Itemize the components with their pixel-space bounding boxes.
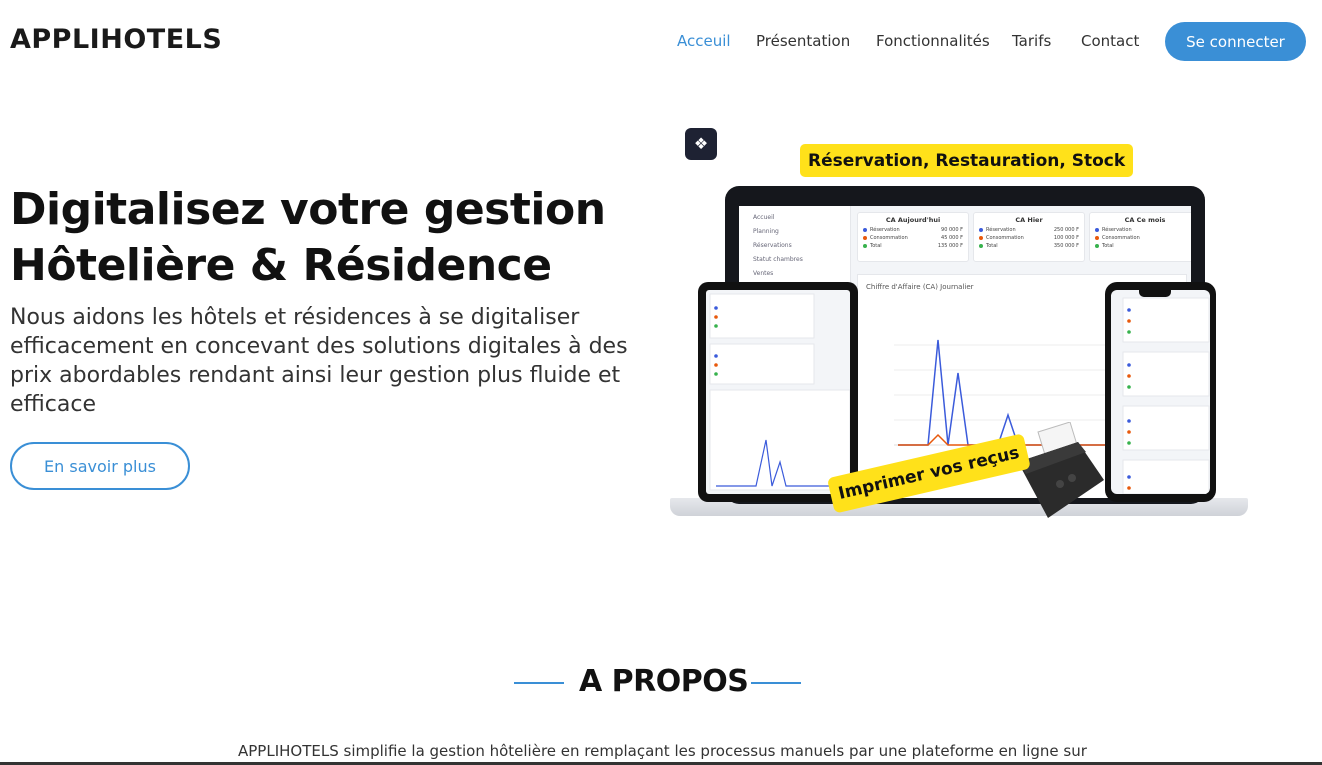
about-section-title: A PROPOS xyxy=(0,664,1322,704)
mock-card-yesterday: CA Hier Réservation 250 000 F Consommatio… xyxy=(973,212,1085,262)
hero-title: Digitalisez votre gestion Hôtelière & Ré… xyxy=(10,182,650,294)
mock-card-value: 135 000 F xyxy=(937,243,963,249)
phone-mockup xyxy=(1105,282,1216,502)
brain-icon[interactable]: ❖ xyxy=(685,128,717,160)
nav-link-presentation[interactable]: Présentation xyxy=(756,32,850,50)
mock-card-title: CA Aujourd'hui xyxy=(885,216,941,224)
mock-card-label: Total xyxy=(986,243,998,249)
mock-card-label: Consommation xyxy=(1102,235,1140,241)
hero-title-line1: Digitalisez votre gestion xyxy=(10,184,606,235)
mock-sidebar-item: Planning xyxy=(753,228,779,235)
phone-notch xyxy=(1139,290,1171,297)
mock-card-title: CA Hier xyxy=(1015,216,1043,224)
mock-card-value: 250 000 F xyxy=(1053,227,1079,233)
mock-chart-title: Chiffre d'Affaire (CA) Journalier xyxy=(866,283,974,291)
hero-title-line2: Hôtelière & Résidence xyxy=(10,240,552,291)
phone-screen xyxy=(1111,290,1210,494)
main-nav: Acceuil Présentation Fonctionnalités Tar… xyxy=(0,32,1322,52)
nav-link-contact[interactable]: Contact xyxy=(1081,32,1139,50)
about-heading: A PROPOS xyxy=(579,664,749,699)
mock-card-value: 90 000 F xyxy=(941,227,963,233)
nav-link-acceuil[interactable]: Acceuil xyxy=(677,32,731,50)
learn-more-button[interactable]: En savoir plus xyxy=(10,442,190,490)
nav-link-tarifs[interactable]: Tarifs xyxy=(1012,32,1051,50)
divider-right xyxy=(751,682,801,684)
mock-sidebar-item: Accueil xyxy=(753,214,775,221)
mock-card-value: 350 000 F xyxy=(1053,243,1079,249)
mock-card-label: Réservation xyxy=(870,227,900,233)
mock-sidebar-item: Statut chambres xyxy=(753,256,803,263)
phone-dashboard-graphic xyxy=(1122,297,1210,494)
mock-card-value: 100 000 F xyxy=(1053,235,1079,241)
divider-left xyxy=(514,682,564,684)
features-tag: Réservation, Restauration, Stock xyxy=(800,144,1134,177)
tablet-screen xyxy=(706,290,850,494)
mock-card-label: Réservation xyxy=(986,227,1016,233)
tablet-dashboard-graphic xyxy=(709,293,850,491)
mock-card-label: Total xyxy=(870,243,882,249)
mock-sidebar-item: Réservations xyxy=(753,242,792,249)
mock-card-month: CA Ce mois Réservation Consommation Tota… xyxy=(1089,212,1191,262)
mock-card-value: 45 000 F xyxy=(941,235,963,241)
mock-card-label: Consommation xyxy=(870,235,908,241)
mock-card-title: CA Ce mois xyxy=(1124,216,1166,224)
mock-card-today: CA Aujourd'hui Réservation 90 000 F Conso… xyxy=(857,212,969,262)
login-button[interactable]: Se connecter xyxy=(1165,22,1306,61)
mock-card-label: Réservation xyxy=(1102,227,1132,233)
nav-link-fonctionnalites[interactable]: Fonctionnalités xyxy=(876,32,990,50)
hero-illustration: ❖ Réservation, Restauration, Stock Accue… xyxy=(668,126,1253,546)
mock-sidebar-item: Ventes xyxy=(753,270,774,277)
tablet-mockup xyxy=(698,282,858,502)
site-header: APPLIHOTELS Acceuil Présentation Fonctio… xyxy=(0,0,1322,84)
mock-card-label: Total xyxy=(1102,243,1114,249)
hero-description: Nous aidons les hôtels et résidences à s… xyxy=(10,305,628,417)
mock-card-label: Consommation xyxy=(986,235,1024,241)
about-description: APPLIHOTELS simplifie la gestion hôteliè… xyxy=(238,742,1087,760)
